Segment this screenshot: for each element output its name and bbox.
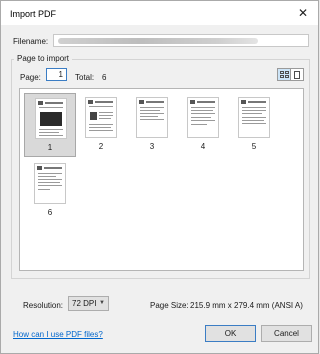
page-thumbnail-2[interactable]: 2 [75, 93, 127, 157]
total-value: 6 [102, 73, 107, 82]
dialog-title: Import PDF [10, 9, 57, 19]
thumbnail-label: 3 [149, 142, 155, 151]
thumbnail-label: 1 [47, 143, 53, 152]
thumbnails-panel: 1 2 3 4 5 6 [19, 88, 304, 271]
help-link[interactable]: How can I use PDF files? [13, 330, 103, 339]
chevron-down-icon: ▼ [99, 300, 105, 306]
thumbnail-label: 6 [47, 208, 53, 217]
cancel-button[interactable]: Cancel [261, 325, 312, 342]
page-preview [238, 97, 270, 138]
page-size-value: 215.9 mm x 279.4 mm (ANSI A) [190, 301, 303, 310]
filename-redaction [58, 38, 258, 44]
page-preview [85, 97, 117, 138]
single-page-view-icon[interactable] [291, 69, 303, 80]
page-thumbnail-6[interactable]: 6 [24, 159, 76, 223]
close-icon[interactable]: ✕ [292, 3, 314, 23]
title-bar: Import PDF ✕ [1, 1, 318, 25]
group-title: Page to import [14, 54, 73, 63]
resolution-value: 72 DPI [72, 299, 97, 308]
thumbnail-label: 2 [98, 142, 104, 151]
page-label: Page: [20, 73, 41, 82]
page-preview [187, 97, 219, 138]
thumbnail-label: 5 [251, 142, 257, 151]
page-thumbnail-3[interactable]: 3 [126, 93, 178, 157]
resolution-dropdown[interactable]: 72 DPI ▼ [68, 296, 109, 311]
page-thumbnail-1[interactable]: 1 [24, 93, 76, 157]
filename-field [53, 34, 309, 47]
total-label: Total: [75, 73, 95, 82]
grid-view-icon[interactable] [278, 69, 291, 80]
page-thumbnail-4[interactable]: 4 [177, 93, 229, 157]
thumbnail-label: 4 [200, 142, 206, 151]
view-toggle [277, 68, 304, 81]
page-number-input[interactable]: 1 [46, 68, 67, 81]
filename-label: Filename: [13, 37, 49, 46]
page-preview [34, 163, 66, 204]
page-preview [136, 97, 168, 138]
resolution-label: Resolution: [23, 301, 64, 310]
page-preview [35, 98, 67, 139]
page-thumbnail-5[interactable]: 5 [228, 93, 280, 157]
ok-button[interactable]: OK [205, 325, 256, 342]
page-size-label: Page Size: [150, 301, 189, 310]
import-pdf-dialog: Import PDF ✕ Filename: Page to import Pa… [0, 0, 319, 354]
